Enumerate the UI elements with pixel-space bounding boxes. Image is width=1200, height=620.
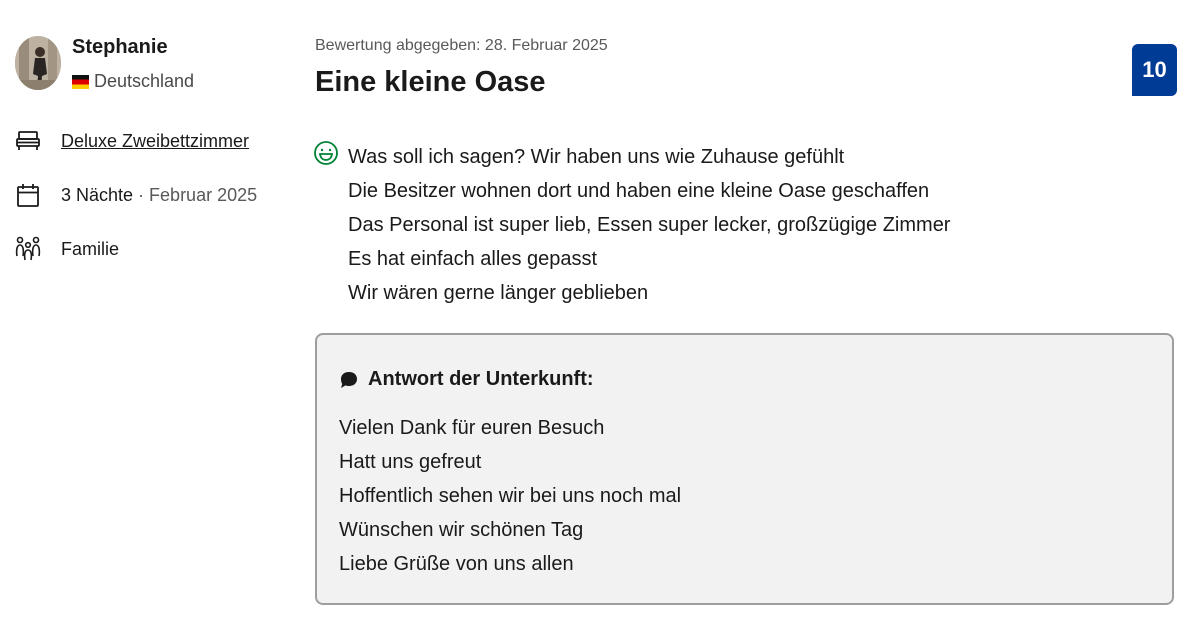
response-line: Hatt uns gefreut — [339, 451, 482, 473]
positive-line: Das Personal ist super lieb, Essen super… — [348, 214, 951, 236]
response-header: Antwort der Unterkunft: — [339, 368, 594, 391]
positive-line: Was soll ich sagen? Wir haben uns wie Zu… — [348, 146, 845, 168]
response-title: Antwort der Unterkunft: — [368, 368, 594, 390]
traveler-type: Familie — [61, 238, 120, 259]
reviewer-name: Stephanie — [72, 36, 168, 58]
response-line: Liebe Grüße von uns allen — [339, 553, 574, 575]
response-text: Vielen Dank für euren Besuch Hatt uns ge… — [339, 411, 681, 581]
positive-text: Was soll ich sagen? Wir haben uns wie Zu… — [348, 140, 950, 310]
country-label: Deutschland — [94, 71, 195, 91]
room-type-row: Deluxe Zweibettzimmer — [15, 128, 249, 154]
review-date: Bewertung abgegeben: 28. Februar 2025 — [315, 37, 608, 54]
stay-nights: 3 Nächte — [61, 184, 134, 205]
positive-line: Die Besitzer wohnen dort und haben eine … — [348, 180, 930, 202]
room-type-link[interactable]: Deluxe Zweibettzimmer — [61, 131, 249, 152]
stay-month: Februar 2025 — [149, 184, 258, 205]
review-title: Eine kleine Oase — [315, 66, 546, 98]
review-card: Stephanie Deutschland Deluxe Zweibettzim… — [0, 0, 1200, 620]
avatar — [15, 36, 61, 90]
score-badge: 10 — [1132, 44, 1177, 96]
reviewer-country: Deutschland — [72, 71, 194, 92]
positive-line: Wir wären gerne länger geblieben — [348, 282, 649, 304]
response-line: Vielen Dank für euren Besuch — [339, 417, 605, 439]
stay-separator: · — [133, 184, 150, 205]
property-response: Antwort der Unterkunft: Vielen Dank für … — [315, 333, 1174, 605]
stay-duration-row: 3 Nächte · Februar 2025 — [15, 182, 257, 208]
speech-bubble-icon — [339, 370, 359, 390]
response-line: Hoffentlich sehen wir bei uns noch mal — [339, 485, 682, 507]
germany-flag-icon — [72, 74, 89, 89]
response-line: Wünschen wir schönen Tag — [339, 519, 584, 541]
calendar-icon — [15, 182, 41, 208]
traveler-type-row: Familie — [15, 236, 119, 262]
smiley-icon — [313, 140, 339, 166]
bed-icon — [15, 128, 41, 154]
family-icon — [15, 236, 41, 262]
positive-line: Es hat einfach alles gepasst — [348, 248, 598, 270]
